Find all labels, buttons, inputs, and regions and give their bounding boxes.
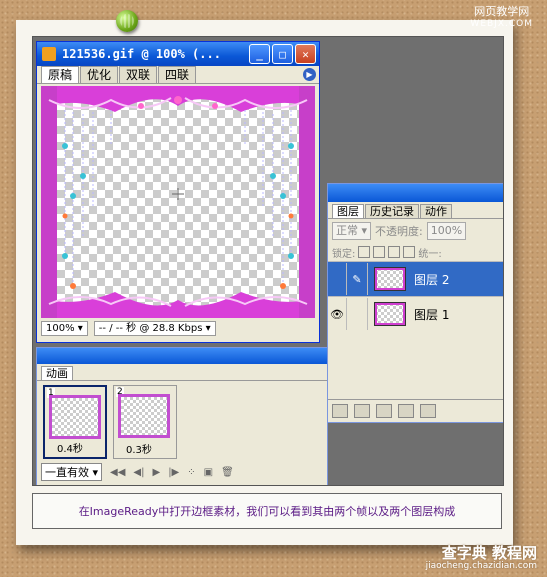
tween-icon[interactable]: ⁘ (187, 467, 195, 478)
document-title: 121536.gif @ 100% (... (62, 47, 221, 61)
brush-icon: ✎ (347, 263, 368, 295)
new-set-icon[interactable] (376, 404, 392, 418)
delete-frame-icon[interactable]: 🗑 (221, 467, 234, 478)
layers-panel-titlebar[interactable] (328, 184, 503, 202)
pushpin-icon (116, 10, 138, 32)
zoom-value: 100% (46, 322, 75, 334)
view-tabs: 原稿 优化 双联 四联 ▶ (37, 66, 319, 84)
blend-mode-value: 正常 (336, 224, 358, 237)
unify-label: 统一: (418, 248, 442, 260)
layers-panel-tabs: 图层 历史记录 动作 (328, 202, 503, 219)
lock-transparency-icon[interactable] (358, 246, 371, 258)
layer-style-icon[interactable] (332, 404, 348, 418)
layer-thumbnail (374, 302, 406, 326)
lock-label: 锁定: (332, 248, 356, 260)
layer-thumbnail (374, 267, 406, 291)
play-icon[interactable]: ▶ (152, 467, 160, 478)
tab-4up[interactable]: 四联 (158, 66, 197, 83)
gif-file-icon (42, 47, 56, 61)
tab-original[interactable]: 原稿 (41, 66, 80, 83)
layers-panel: 图层 历史记录 动作 正常 ▾ 不透明度: 100% 锁定: 统一: ✎ 图层 … (327, 183, 503, 423)
frame-1[interactable]: 1 0.4秒 (43, 385, 107, 459)
tab-2up[interactable]: 双联 (119, 66, 158, 83)
first-frame-icon[interactable]: ◀◀ (110, 467, 125, 478)
watermark-top-line1: 网页教学网 (474, 5, 530, 18)
frame-delay[interactable]: 0.4秒 (57, 440, 83, 455)
tab-layers[interactable]: 图层 (332, 204, 364, 218)
document-window: 121536.gif @ 100% (... _ □ ✕ 原稿 优化 双联 四联… (36, 41, 320, 343)
watermark-bottom-line2: jiaocheng.chazidian.com (425, 561, 537, 571)
tab-optimized[interactable]: 优化 (80, 66, 119, 83)
maximize-button[interactable]: □ (272, 44, 293, 64)
delete-layer-icon[interactable] (420, 404, 436, 418)
minimize-button[interactable]: _ (249, 44, 270, 64)
tab-scroll-right-icon[interactable]: ▶ (303, 68, 316, 81)
next-frame-icon[interactable]: |▶ (168, 467, 179, 478)
layer-name: 图层 1 (414, 307, 450, 322)
opacity-field[interactable]: 100% (426, 222, 467, 240)
close-button[interactable]: ✕ (295, 44, 316, 64)
animation-panel-tabs: 动画 (37, 364, 327, 381)
prev-frame-icon[interactable]: ◀| (133, 467, 144, 478)
animation-panel-titlebar[interactable] (37, 348, 327, 364)
tab-animation[interactable]: 动画 (41, 366, 73, 380)
download-time: -- / -- 秒 @ 28.8 Kbps (98, 322, 203, 334)
eye-icon[interactable]: 👁 (328, 298, 347, 330)
new-layer-icon[interactable] (398, 404, 414, 418)
watermark-bottom-line1: 查字典 教程网 (441, 544, 537, 562)
tab-actions[interactable]: 动作 (420, 204, 452, 218)
layer-row-2[interactable]: ✎ 图层 2 (328, 261, 503, 296)
frame-thumbnail (49, 395, 101, 439)
lock-pixels-icon[interactable] (373, 246, 386, 258)
lock-position-icon[interactable] (388, 246, 401, 258)
frames-strip: 1 0.4秒 2 0.3秒 (37, 381, 327, 459)
tab-history[interactable]: 历史记录 (365, 204, 419, 218)
duplicate-frame-icon[interactable]: ▣ (204, 467, 213, 478)
opacity-label: 不透明度: (375, 225, 423, 238)
canvas[interactable] (41, 86, 315, 318)
layers-footer (328, 399, 503, 422)
watermark-top: 网页教学网 WEBJX.COM (470, 6, 533, 30)
loop-value: 一直有效 (45, 466, 89, 479)
watermark-bottom: 查字典 教程网 jiaocheng.chazidian.com (425, 544, 537, 573)
layer-mask-icon[interactable] (354, 404, 370, 418)
layer-row-1[interactable]: 👁 图层 1 (328, 296, 503, 331)
frame-2[interactable]: 2 0.3秒 (113, 385, 177, 459)
loop-select[interactable]: 一直有效 ▾ (41, 463, 103, 481)
caption: 在ImageReady中打开边框素材，我们可以看到其由两个帧以及两个图层构成 (32, 493, 502, 529)
document-statusbar: 100% ▾ -- / -- 秒 @ 28.8 Kbps ▾ (41, 320, 315, 336)
watermark-top-line2: WEBJX.COM (470, 19, 533, 29)
screenshot: 121536.gif @ 100% (... _ □ ✕ 原稿 优化 双联 四联… (32, 36, 504, 486)
link-slot[interactable] (347, 298, 368, 330)
lock-all-icon[interactable] (403, 246, 416, 258)
download-time-select[interactable]: -- / -- 秒 @ 28.8 Kbps ▾ (93, 320, 216, 336)
animation-panel: 动画 1 0.4秒 2 0.3秒 一直有效 ▾ ◀◀ ◀| ▶ |▶ ⁘ ▣ 🗑 (36, 347, 328, 485)
frame-thumbnail (118, 394, 170, 438)
blend-row: 正常 ▾ 不透明度: 100% (328, 219, 503, 243)
visibility-toggle-empty[interactable] (328, 263, 347, 295)
zoom-select[interactable]: 100% ▾ (41, 320, 88, 336)
decorative-border-image (41, 86, 315, 318)
layer-name: 图层 2 (414, 272, 450, 287)
frame-delay[interactable]: 0.3秒 (126, 441, 152, 456)
blend-mode-select[interactable]: 正常 ▾ (332, 222, 372, 240)
document-titlebar[interactable]: 121536.gif @ 100% (... _ □ ✕ (37, 42, 319, 66)
playback-controls: 一直有效 ▾ ◀◀ ◀| ▶ |▶ ⁘ ▣ 🗑 (37, 459, 327, 485)
lock-row: 锁定: 统一: (328, 243, 503, 261)
